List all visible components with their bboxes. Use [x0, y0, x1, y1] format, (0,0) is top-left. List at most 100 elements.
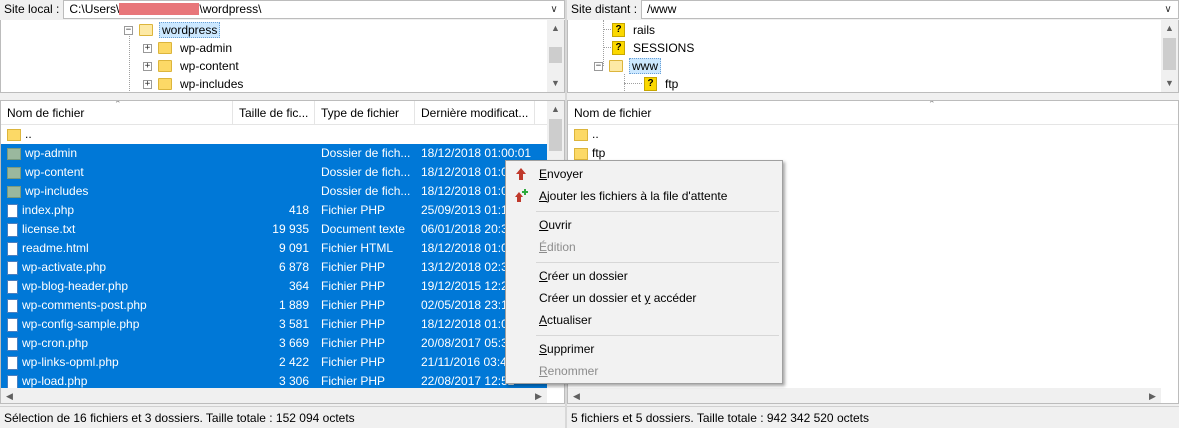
column-header-name[interactable]: Nom de fichier: [1, 101, 233, 125]
scroll-thumb[interactable]: [549, 47, 562, 63]
scroll-up-icon[interactable]: ▲: [1161, 20, 1178, 37]
remote-address-bar: Site distant : /www ∨: [567, 0, 1179, 19]
tree-guide-line: [603, 47, 611, 48]
local-status-bar: Sélection de 16 fichiers et 3 dossiers. …: [0, 406, 565, 428]
file-name-cell: wp-includes: [7, 182, 227, 201]
table-row[interactable]: wp-includes Dossier de fich... 18/12/2018 …: [1, 182, 547, 201]
menu-item-supprimer[interactable]: Supprimer: [506, 338, 782, 360]
menu-item-actualiser[interactable]: Actualiser: [506, 309, 782, 331]
collapse-icon[interactable]: −: [124, 25, 133, 35]
tree-item-label: rails: [633, 23, 656, 37]
table-row[interactable]: wp-cron.php 3 669 Fichier PHP 20/08/2017 05…: [1, 334, 547, 353]
remote-tree-scrollbar[interactable]: ▲ ▼: [1161, 20, 1178, 92]
expand-icon[interactable]: +: [143, 79, 152, 89]
file-name: wp-config-sample.php: [22, 317, 140, 331]
table-row[interactable]: ..: [1, 125, 547, 144]
chevron-down-icon[interactable]: ∨: [548, 2, 560, 18]
local-path-suffix: \wordpress\: [199, 2, 262, 16]
file-size: 3 669: [278, 336, 309, 350]
table-row[interactable]: wp-blog-header.php 364 Fichier PHP 19/12/20…: [1, 277, 547, 296]
table-row[interactable]: wp-comments-post.php 1 889 Fichier PHP 02/0…: [1, 296, 547, 315]
table-row[interactable]: index.php 418 Fichier PHP 25/09/2013 01:18: [1, 201, 547, 220]
file-name-cell: index.php: [7, 201, 227, 220]
scroll-left-icon[interactable]: ◀: [1, 388, 18, 403]
table-row[interactable]: readme.html 9 091 Fichier HTML 18/12/2018 0…: [1, 239, 547, 258]
upload-arrow-icon: [516, 168, 526, 180]
folder-open-icon: [609, 60, 623, 72]
local-path-combo[interactable]: C:\Users\ \wordpress\ ∨: [64, 0, 565, 19]
menu-separator: [536, 262, 779, 263]
table-row[interactable]: wp-content Dossier de fich... 18/12/2018 0…: [1, 163, 547, 182]
folder-icon: [7, 128, 21, 141]
table-row[interactable]: ..: [568, 125, 1161, 144]
table-row[interactable]: wp-config-sample.php 3 581 Fichier PHP 18/1…: [1, 315, 547, 334]
file-icon: [7, 222, 18, 237]
scroll-down-icon[interactable]: ▼: [1161, 75, 1178, 92]
column-header-name[interactable]: Nom de fichier: [568, 101, 1162, 125]
file-name-cell: license.txt: [7, 220, 227, 239]
file-name-cell: wp-links-opml.php: [7, 353, 227, 372]
tree-item-wordpress[interactable]: − wordpress: [124, 21, 221, 39]
menu-separator: [536, 335, 779, 336]
tree-item-wp-includes[interactable]: + wp-includes: [143, 75, 245, 92]
tree-item-www[interactable]: − www: [594, 57, 661, 75]
tree-item-wp-content[interactable]: + wp-content: [143, 57, 241, 75]
table-row[interactable]: license.txt 19 935 Document texte 06/01/201…: [1, 220, 547, 239]
remote-path-combo[interactable]: /www ∨: [642, 0, 1179, 19]
scroll-down-icon[interactable]: ▼: [547, 75, 564, 92]
tree-guide-line: [624, 83, 642, 84]
menu-item-renommer: Renommer: [539, 364, 599, 378]
remote-list-hscrollbar[interactable]: ◀ ▶: [568, 388, 1161, 403]
scroll-up-icon[interactable]: ▲: [547, 101, 564, 118]
local-path-prefix: C:\Users\: [69, 2, 120, 16]
column-header-date[interactable]: Dernière modificat...: [415, 101, 535, 125]
scroll-up-icon[interactable]: ▲: [547, 20, 564, 37]
collapse-icon[interactable]: −: [594, 61, 603, 71]
menu-item-creer-dossier-acceder[interactable]: Créer un dossier et y accéder: [506, 287, 782, 309]
file-type: Dossier de fich...: [321, 165, 411, 179]
tree-item-sessions[interactable]: ? SESSIONS: [612, 39, 696, 57]
unknown-folder-icon: ?: [644, 77, 657, 91]
folder-icon: [7, 166, 21, 179]
file-type: Fichier PHP: [321, 260, 386, 274]
expand-icon[interactable]: +: [143, 43, 152, 53]
file-name-cell: wp-blog-header.php: [7, 277, 227, 296]
expand-icon[interactable]: +: [143, 61, 152, 71]
file-icon: [7, 203, 18, 218]
menu-item-edition: Édition: [539, 240, 576, 254]
local-tree-scrollbar[interactable]: ▲ ▼: [547, 20, 564, 92]
menu-item-envoyer[interactable]: Envoyer: [506, 163, 782, 185]
unknown-folder-icon: ?: [612, 23, 625, 37]
scroll-left-icon[interactable]: ◀: [568, 388, 585, 403]
add-to-queue-icon: [515, 189, 528, 202]
local-list-hscrollbar[interactable]: ◀ ▶: [1, 388, 547, 403]
table-row[interactable]: wp-admin Dossier de fich... 18/12/2018 01:…: [1, 144, 547, 163]
file-name-cell: wp-content: [7, 163, 227, 182]
tree-item-label: SESSIONS: [633, 41, 695, 55]
table-row[interactable]: wp-links-opml.php 2 422 Fichier PHP 21/11/2…: [1, 353, 547, 372]
file-type: Dossier de fich...: [321, 146, 411, 160]
folder-icon: [7, 185, 21, 198]
table-row[interactable]: wp-activate.php 6 878 Fichier PHP 13/12/201…: [1, 258, 547, 277]
scroll-thumb[interactable]: [549, 119, 562, 151]
chevron-down-icon[interactable]: ∨: [1162, 2, 1174, 18]
local-address-bar: Site local : C:\Users\ \wordpress\ ∨: [0, 0, 565, 19]
tree-item-ftp[interactable]: ? ftp: [644, 75, 680, 92]
tree-item-wp-admin[interactable]: + wp-admin: [143, 39, 234, 57]
menu-item-ajouter-file-attente[interactable]: Ajouter les fichiers à la file d'attente: [506, 185, 782, 207]
file-size: 1 889: [278, 298, 309, 312]
file-name: wp-admin: [25, 146, 78, 160]
scroll-right-icon[interactable]: ▶: [1144, 388, 1161, 403]
menu-item-creer-dossier[interactable]: Créer un dossier: [506, 265, 782, 287]
remote-path: /www: [647, 2, 677, 16]
column-header-size[interactable]: Taille de fic...: [233, 101, 315, 125]
tree-item-label: wp-content: [180, 59, 239, 73]
column-header-type[interactable]: Type de fichier: [315, 101, 415, 125]
menu-item-ouvrir[interactable]: Ouvrir: [506, 214, 782, 236]
file-size: 418: [288, 203, 309, 217]
scroll-right-icon[interactable]: ▶: [530, 388, 547, 403]
tree-item-rails[interactable]: ? rails: [612, 21, 657, 39]
scroll-thumb[interactable]: [1163, 38, 1176, 70]
file-size: 2 422: [278, 355, 309, 369]
file-size: [233, 163, 309, 182]
